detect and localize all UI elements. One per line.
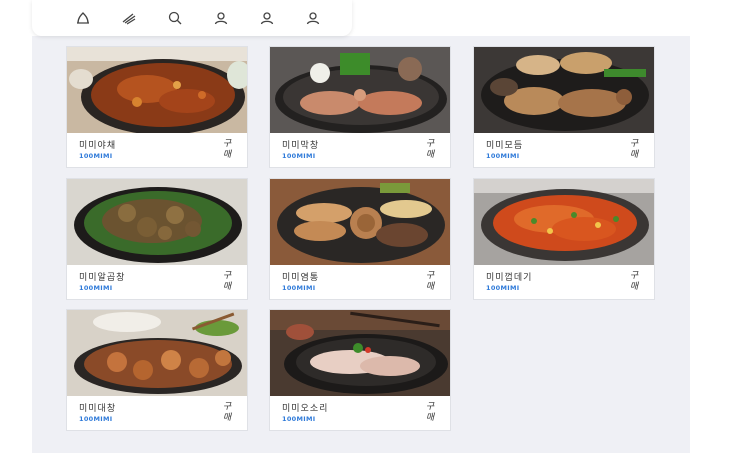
product-name: 미미대창 bbox=[79, 404, 117, 414]
home-icon[interactable] bbox=[60, 0, 106, 36]
buy-button[interactable]: 구매 bbox=[628, 271, 640, 293]
top-navigation bbox=[32, 0, 352, 36]
product-name: 미미껍데기 bbox=[486, 273, 533, 283]
product-brand: 100MIMI bbox=[282, 152, 316, 160]
product-name: 미미염통 bbox=[282, 273, 320, 283]
product-name: 미미오소리 bbox=[282, 404, 329, 414]
product-card[interactable]: 미미껍데기 100MIMI 구매 bbox=[473, 178, 655, 300]
product-brand: 100MIMI bbox=[486, 152, 520, 160]
product-card[interactable]: 미미대창 100MIMI 구매 bbox=[66, 309, 248, 431]
product-brand: 100MIMI bbox=[79, 284, 113, 292]
product-name: 미미알곱창 bbox=[79, 273, 126, 283]
osori-photo bbox=[270, 310, 450, 396]
product-card[interactable]: 미미막창 100MIMI 구매 bbox=[269, 46, 451, 168]
buy-button[interactable]: 구매 bbox=[221, 271, 233, 293]
product-card[interactable]: 미미오소리 100MIMI 구매 bbox=[269, 309, 451, 431]
search-icon[interactable] bbox=[152, 0, 198, 36]
al-gopchang-photo bbox=[67, 179, 247, 265]
product-brand: 100MIMI bbox=[282, 284, 316, 292]
app-root: 미미야채 100MIMI 구매 미미막창 100MIMI 구매 미미모듬 100… bbox=[0, 0, 736, 453]
stir-fried-vegetables-photo bbox=[67, 47, 247, 133]
product-card[interactable]: 미미알곱창 100MIMI 구매 bbox=[66, 178, 248, 300]
buy-button[interactable]: 구매 bbox=[628, 139, 640, 161]
buy-button[interactable]: 구매 bbox=[424, 271, 436, 293]
product-name: 미미막창 bbox=[282, 141, 320, 151]
product-brand: 100MIMI bbox=[79, 152, 113, 160]
product-card[interactable]: 미미모듬 100MIMI 구매 bbox=[473, 46, 655, 168]
user-icon[interactable] bbox=[290, 0, 336, 36]
product-brand: 100MIMI bbox=[79, 415, 113, 423]
assorted-grill-photo bbox=[474, 47, 654, 133]
yeomtong-photo bbox=[270, 179, 450, 265]
buy-button[interactable]: 구매 bbox=[424, 402, 436, 424]
product-name: 미미모듬 bbox=[486, 141, 524, 151]
buy-button[interactable]: 구매 bbox=[221, 139, 233, 161]
product-brand: 100MIMI bbox=[282, 415, 316, 423]
product-card[interactable]: 미미야채 100MIMI 구매 bbox=[66, 46, 248, 168]
brand-icon[interactable] bbox=[106, 0, 152, 36]
product-brand: 100MIMI bbox=[486, 284, 520, 292]
grilled-makchang-photo bbox=[270, 47, 450, 133]
pork-skin-photo bbox=[474, 179, 654, 265]
product-card[interactable]: 미미염통 100MIMI 구매 bbox=[269, 178, 451, 300]
daechang-photo bbox=[67, 310, 247, 396]
user-icon[interactable] bbox=[198, 0, 244, 36]
product-name: 미미야채 bbox=[79, 141, 117, 151]
user-icon[interactable] bbox=[244, 0, 290, 36]
buy-button[interactable]: 구매 bbox=[221, 402, 233, 424]
buy-button[interactable]: 구매 bbox=[424, 139, 436, 161]
